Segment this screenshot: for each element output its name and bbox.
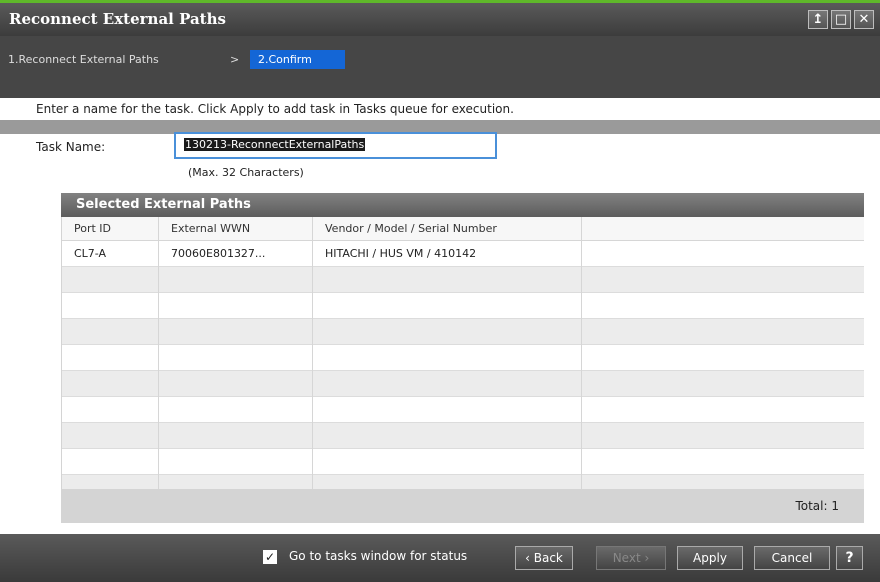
task-name-label: Task Name: — [36, 140, 106, 154]
empty-row — [62, 423, 864, 449]
window-controls: ↥ □ ✕ — [808, 10, 874, 29]
total-count: Total: 1 — [795, 499, 839, 513]
total-label: Total: — [795, 499, 828, 513]
pin-icon[interactable]: ↥ — [808, 10, 828, 29]
empty-row — [62, 449, 864, 475]
empty-row — [62, 475, 864, 489]
empty-row — [62, 319, 864, 345]
go-to-tasks-checkbox[interactable]: ✓ — [263, 550, 277, 564]
help-button[interactable]: ? — [836, 546, 863, 570]
go-to-tasks-label[interactable]: Go to tasks window for status — [289, 549, 467, 563]
column-external-wwn[interactable]: External WWN — [159, 217, 313, 241]
chevron-right-icon: › — [640, 551, 650, 565]
cancel-button[interactable]: Cancel — [754, 546, 830, 570]
breadcrumb-step-2: 2.Confirm — [250, 50, 345, 69]
cell-vendor-model-serial: HITACHI / HUS VM / 410142 — [313, 241, 582, 267]
task-name-limit-note: (Max. 32 Characters) — [188, 166, 304, 179]
back-button[interactable]: ‹ Back — [515, 546, 573, 570]
empty-row — [62, 371, 864, 397]
apply-button[interactable]: Apply — [677, 546, 743, 570]
empty-row — [62, 397, 864, 423]
cell-empty — [582, 241, 864, 267]
table-header-row: Port ID External WWN Vendor / Model / Se… — [62, 217, 864, 241]
close-icon[interactable]: ✕ — [854, 10, 874, 29]
back-label: Back — [533, 551, 563, 565]
total-value: 1 — [831, 499, 839, 513]
task-name-input[interactable]: 130213-ReconnectExternalPaths — [174, 132, 497, 159]
table-title: Selected External Paths — [61, 193, 864, 217]
paths-table: Port ID External WWN Vendor / Model / Se… — [62, 217, 864, 489]
column-vendor-model-serial[interactable]: Vendor / Model / Serial Number — [313, 217, 582, 241]
cell-external-wwn: 70060E801327... — [159, 241, 313, 267]
column-port-id[interactable]: Port ID — [62, 217, 159, 241]
empty-row — [62, 345, 864, 371]
breadcrumb-step-1[interactable]: 1.Reconnect External Paths — [8, 53, 159, 66]
window-title: Reconnect External Paths — [9, 10, 226, 28]
table-footer: Total: 1 — [61, 489, 864, 523]
instruction-text: Enter a name for the task. Click Apply t… — [36, 102, 514, 116]
next-label: Next — [612, 551, 641, 565]
task-name-value: 130213-ReconnectExternalPaths — [184, 138, 366, 151]
table-row[interactable]: CL7-A 70060E801327... HITACHI / HUS VM /… — [62, 241, 864, 267]
next-button[interactable]: Next › — [596, 546, 666, 570]
selected-external-paths-panel: Selected External Paths Port ID External… — [61, 193, 864, 523]
empty-row — [62, 267, 864, 293]
empty-row — [62, 293, 864, 319]
breadcrumb-separator: > — [230, 53, 240, 66]
title-bar: Reconnect External Paths ↥ □ ✕ — [0, 3, 880, 36]
breadcrumb: 1.Reconnect External Paths > 2.Confirm — [0, 36, 880, 134]
column-empty — [582, 217, 864, 241]
maximize-icon[interactable]: □ — [831, 10, 851, 29]
chevron-left-icon: ‹ — [525, 551, 534, 565]
footer-bar: ✓ Go to tasks window for status ‹ Back N… — [0, 534, 880, 582]
cell-port-id: CL7-A — [62, 241, 159, 267]
